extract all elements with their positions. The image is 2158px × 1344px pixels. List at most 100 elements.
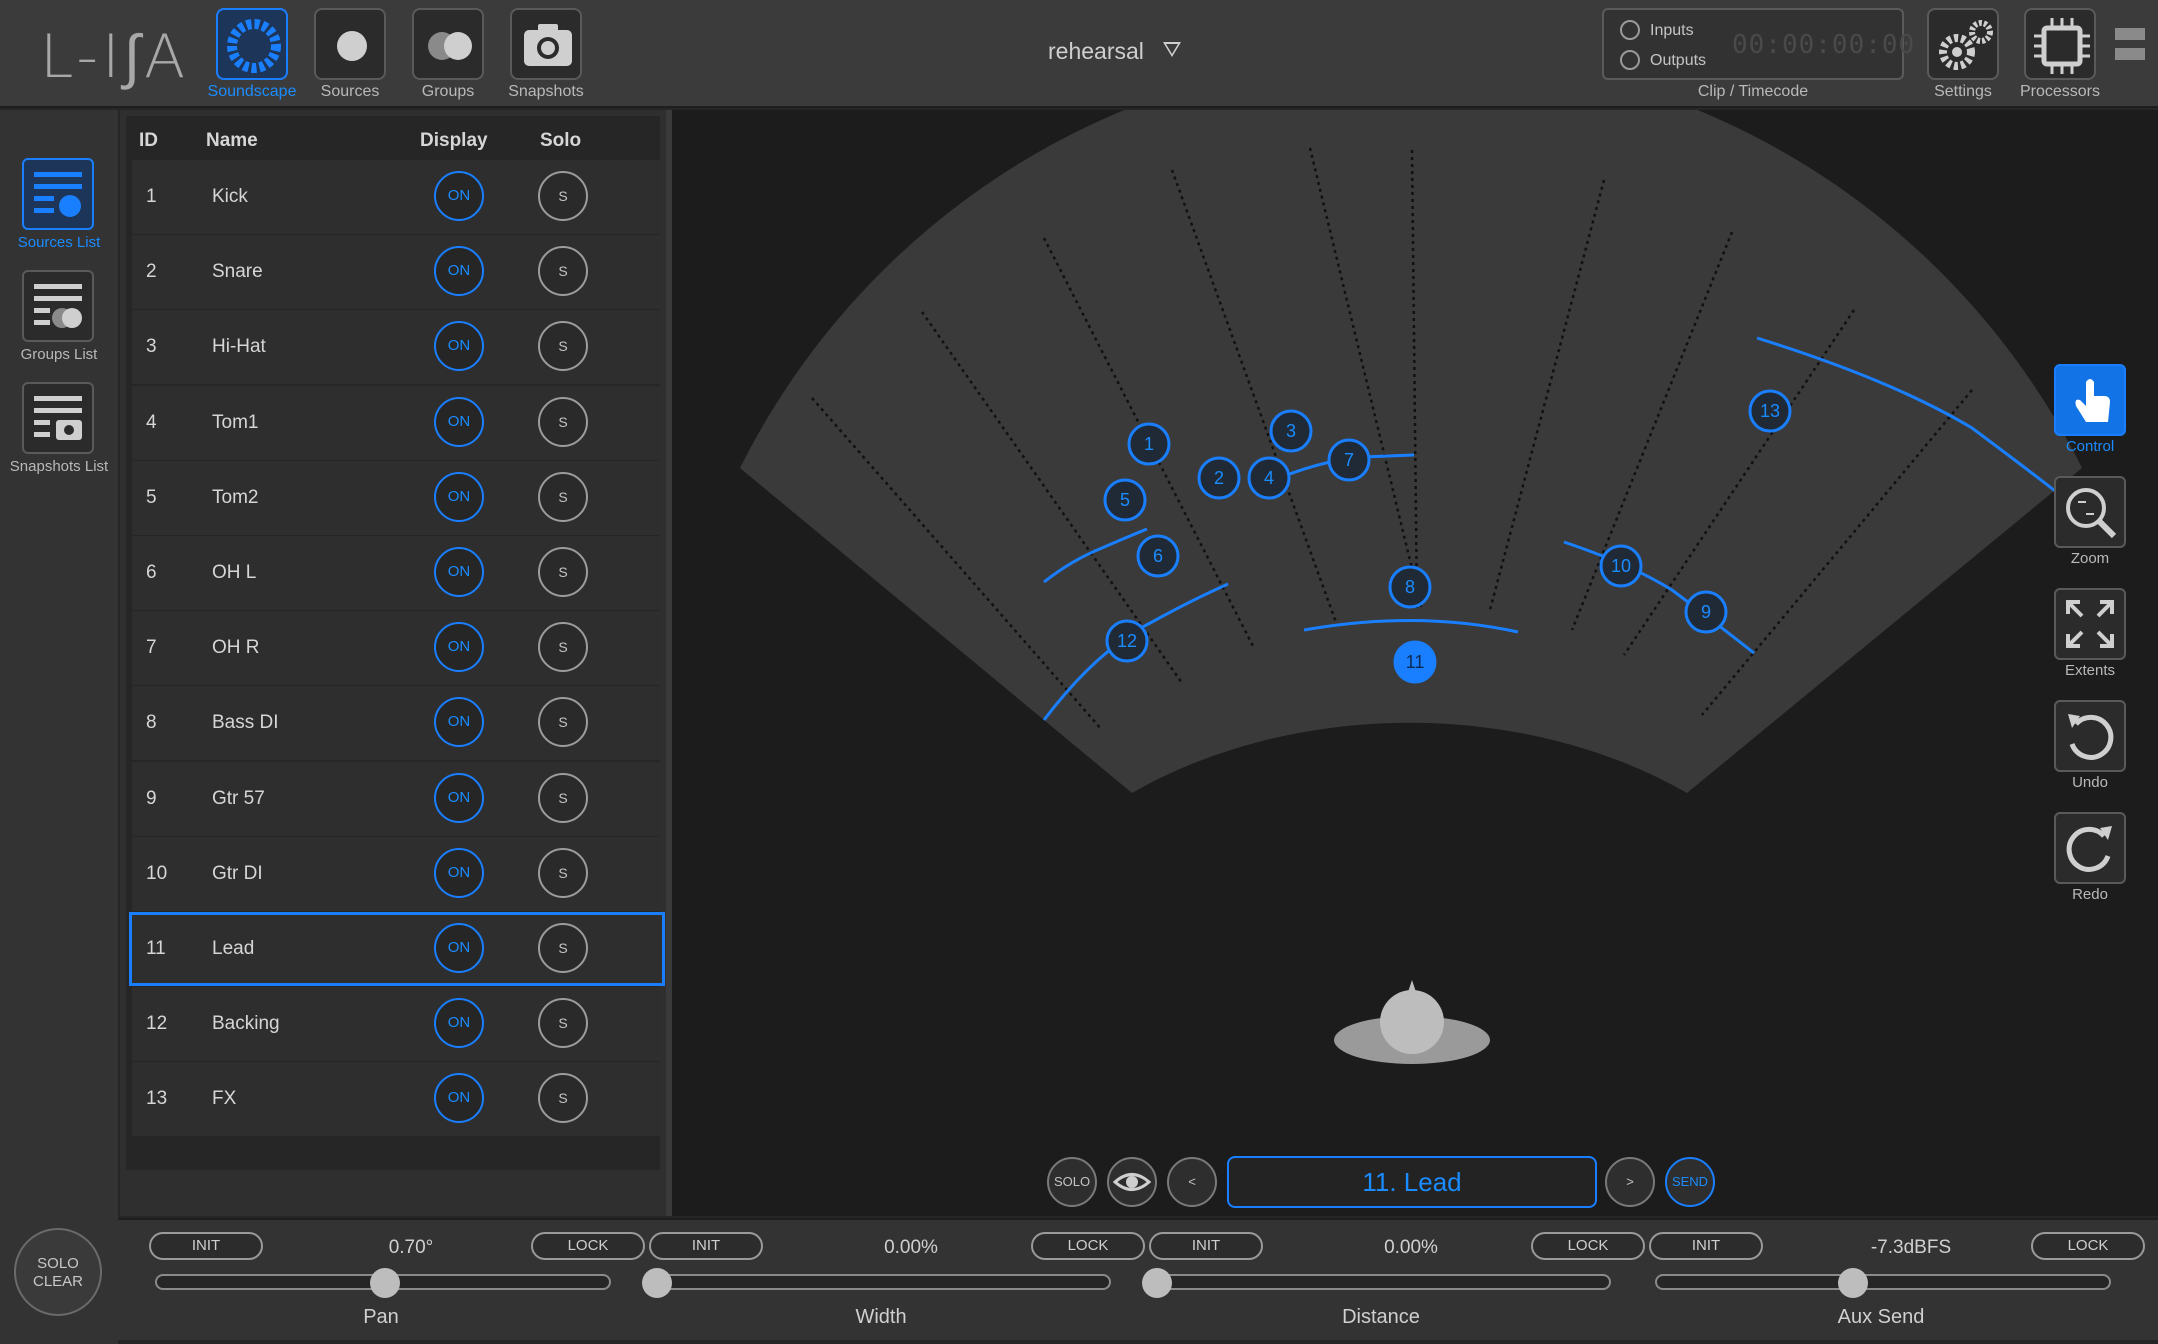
source-row[interactable]: 6 OH L ON S xyxy=(132,536,662,610)
display-on-button[interactable]: ON xyxy=(434,246,484,297)
slider-thumb[interactable] xyxy=(1838,1268,1869,1298)
undo-button[interactable] xyxy=(2054,700,2126,772)
lock-button[interactable]: LOCK xyxy=(1531,1232,1645,1260)
source-row[interactable]: 2 Snare ON S xyxy=(132,235,662,310)
sources-list-button[interactable] xyxy=(22,158,94,230)
source-row[interactable]: 8 Bass DI ON S xyxy=(132,686,662,761)
next-source-button[interactable]: > xyxy=(1605,1157,1655,1207)
init-button[interactable]: INIT xyxy=(149,1232,263,1260)
solo-button[interactable]: S xyxy=(538,1073,588,1124)
display-on-button[interactable]: ON xyxy=(434,697,484,748)
source-marker[interactable]: 7 xyxy=(1327,438,1371,482)
lock-button[interactable]: LOCK xyxy=(531,1232,645,1260)
source-marker[interactable]: 3 xyxy=(1269,409,1313,453)
groups-button[interactable] xyxy=(412,8,484,80)
source-row[interactable]: 13 FX ON S xyxy=(132,1062,662,1137)
source-marker[interactable]: 5 xyxy=(1103,478,1147,522)
zoom-tool-label: Zoom xyxy=(2070,550,2110,567)
snapshots-button[interactable] xyxy=(510,8,582,80)
init-button[interactable]: INIT xyxy=(649,1232,763,1260)
source-row[interactable]: 12 Backing ON S xyxy=(132,987,662,1062)
solo-clear-button[interactable]: SOLO CLEAR xyxy=(14,1228,102,1316)
source-row[interactable]: 9 Gtr 57 ON S xyxy=(132,761,662,836)
source-row[interactable]: 11 Lead ON S xyxy=(129,912,665,986)
solo-button[interactable]: S xyxy=(538,471,588,522)
settings-button[interactable] xyxy=(1927,8,1999,80)
solo-selected-button[interactable]: SOLO xyxy=(1047,1157,1097,1207)
source-marker[interactable]: 11 xyxy=(1393,640,1437,684)
param-slider[interactable] xyxy=(1655,1274,2111,1290)
solo-button[interactable]: S xyxy=(538,396,588,447)
source-row[interactable]: 5 Tom2 ON S xyxy=(132,460,662,535)
source-marker[interactable]: 12 xyxy=(1105,619,1149,663)
lock-button[interactable]: LOCK xyxy=(2031,1232,2145,1260)
solo-button[interactable]: S xyxy=(538,547,588,597)
display-on-button[interactable]: ON xyxy=(434,923,484,973)
solo-button[interactable]: S xyxy=(538,622,588,673)
source-row[interactable]: 3 Hi-Hat ON S xyxy=(132,310,662,385)
extents-tool-button[interactable] xyxy=(2054,588,2126,660)
zoom-tool-button[interactable] xyxy=(2054,476,2126,548)
display-on-button[interactable]: ON xyxy=(434,622,484,673)
solo-button[interactable]: S xyxy=(538,321,588,372)
init-button[interactable]: INIT xyxy=(1649,1232,1763,1260)
solo-button[interactable]: S xyxy=(538,923,588,973)
source-row[interactable]: 10 Gtr DI ON S xyxy=(132,836,662,911)
lock-button[interactable]: LOCK xyxy=(1031,1232,1145,1260)
display-on-button[interactable]: ON xyxy=(434,171,484,221)
slider-thumb[interactable] xyxy=(370,1268,400,1298)
processors-button[interactable] xyxy=(2024,8,2096,80)
source-marker-label: 11 xyxy=(1406,652,1425,672)
display-on-button[interactable]: ON xyxy=(434,998,484,1049)
display-on-button[interactable]: ON xyxy=(434,1073,484,1124)
soundscape-canvas[interactable]: 12345678910111213 xyxy=(672,110,2158,1216)
previous-source-button[interactable]: < xyxy=(1167,1157,1217,1207)
param-slider[interactable] xyxy=(1155,1274,1611,1290)
groups-list-button[interactable] xyxy=(22,270,94,342)
preset-dropdown-icon[interactable] xyxy=(1163,42,1181,57)
display-on-button[interactable]: ON xyxy=(434,847,484,898)
solo-button[interactable]: S xyxy=(538,171,588,221)
menu-icon[interactable] xyxy=(2115,28,2145,40)
redo-button[interactable] xyxy=(2054,812,2126,884)
source-marker[interactable]: 9 xyxy=(1684,590,1728,634)
source-marker[interactable]: 4 xyxy=(1247,456,1291,500)
display-on-button[interactable]: ON xyxy=(434,547,484,597)
solo-button[interactable]: S xyxy=(538,697,588,748)
solo-button[interactable]: S xyxy=(538,772,588,823)
init-button[interactable]: INIT xyxy=(1149,1232,1263,1260)
source-row[interactable]: 1 Kick ON S xyxy=(132,160,662,234)
source-marker[interactable]: 8 xyxy=(1388,565,1432,609)
source-marker[interactable]: 6 xyxy=(1136,534,1180,578)
extents-tool-label: Extents xyxy=(2064,662,2116,679)
solo-button[interactable]: S xyxy=(538,847,588,898)
source-row[interactable]: 7 OH R ON S xyxy=(132,611,662,686)
source-marker[interactable]: 1 xyxy=(1127,422,1171,466)
slider-thumb[interactable] xyxy=(1142,1268,1172,1298)
display-on-button[interactable]: ON xyxy=(434,396,484,447)
parameter-strip: INIT 0.70° LOCK Pan INIT 0.00% LOCK Width INIT 0.… xyxy=(118,1218,2158,1340)
display-toggle-button[interactable] xyxy=(1107,1157,1157,1207)
selected-source-display[interactable]: 11. Lead xyxy=(1227,1156,1597,1208)
param-slider[interactable] xyxy=(655,1274,1111,1290)
display-on-button[interactable]: ON xyxy=(434,772,484,823)
preset-name[interactable]: rehearsal xyxy=(1048,38,1144,65)
solo-button[interactable]: S xyxy=(538,246,588,297)
inputs-radio[interactable] xyxy=(1620,20,1640,40)
slider-thumb[interactable] xyxy=(642,1268,672,1298)
source-row[interactable]: 4 Tom1 ON S xyxy=(132,385,662,460)
display-on-button[interactable]: ON xyxy=(434,321,484,372)
soundscape-view[interactable]: 1 2 3 4 5 6 7 8 9 10 11 12 13 xyxy=(672,110,2158,1216)
solo-button[interactable]: S xyxy=(538,998,588,1049)
source-marker[interactable]: 13 xyxy=(1748,389,1792,433)
display-on-button[interactable]: ON xyxy=(434,471,484,522)
source-marker[interactable]: 10 xyxy=(1599,544,1643,588)
sources-button[interactable] xyxy=(314,8,386,80)
soundscape-button[interactable] xyxy=(216,8,288,80)
outputs-radio[interactable] xyxy=(1620,50,1640,70)
send-button[interactable]: SEND xyxy=(1665,1157,1715,1207)
control-tool-button[interactable] xyxy=(2054,364,2126,436)
left-nav: Sources List Groups List Snapshots List … xyxy=(0,110,118,1344)
snapshots-list-button[interactable] xyxy=(22,382,94,454)
source-marker[interactable]: 2 xyxy=(1197,456,1241,500)
